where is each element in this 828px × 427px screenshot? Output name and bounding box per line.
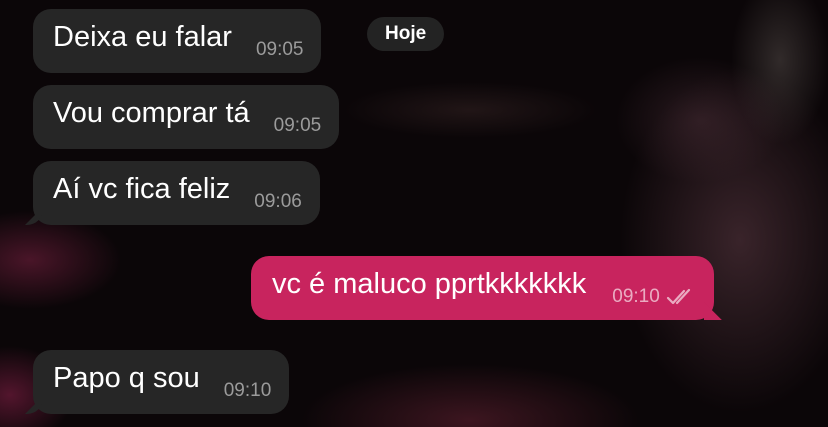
double-check-icon — [666, 288, 690, 305]
message-time: 09:06 — [254, 191, 302, 212]
message-bubble-outgoing[interactable]: vc é maluco pprtkkkkkkk 09:10 — [251, 256, 714, 320]
message-text: Papo q sou — [53, 361, 200, 394]
message-text: Vou comprar tá — [53, 96, 250, 129]
message-bubble-incoming[interactable]: Vou comprar tá 09:05 — [33, 85, 340, 149]
message-text: Deixa eu falar — [53, 20, 232, 53]
message-time: 09:10 — [612, 286, 660, 307]
message-bubble-incoming[interactable]: Aí vc fica feliz 09:06 — [33, 161, 320, 225]
message-bubble-incoming[interactable]: Deixa eu falar 09:05 — [33, 9, 322, 73]
date-separator: Hoje — [367, 17, 445, 51]
message-bubble-incoming[interactable]: Papo q sou 09:10 — [33, 350, 290, 414]
message-text: vc é maluco pprtkkkkkkk — [272, 267, 587, 300]
message-time: 09:10 — [223, 380, 272, 401]
message-text: Aí vc fica feliz — [53, 172, 231, 205]
message-time: 09:05 — [273, 115, 322, 136]
chat-view[interactable]: Hoje Deixa eu falar 09:05 Vou comprar tá… — [0, 0, 828, 427]
message-time: 09:05 — [255, 39, 304, 60]
